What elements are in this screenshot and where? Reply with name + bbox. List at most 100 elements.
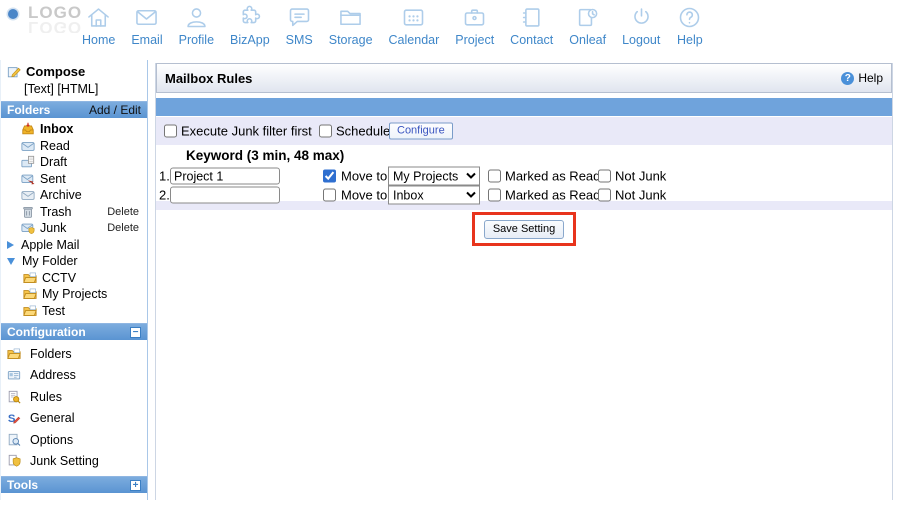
nav-label: Logout — [622, 33, 660, 47]
collapse-toggle-icon[interactable]: − — [130, 327, 141, 338]
archive-envelope-icon — [21, 188, 35, 202]
configure-button[interactable]: Configure — [389, 123, 453, 140]
email-icon — [133, 4, 160, 31]
keyword-heading: Keyword (3 min, 48 max) — [186, 148, 344, 163]
folder-label: Test — [42, 304, 65, 318]
compose-button[interactable]: Compose — [7, 64, 141, 79]
read-envelope-icon — [21, 139, 35, 153]
sidebar-item-config-general[interactable]: S General — [1, 408, 147, 430]
not-junk-checkbox-2[interactable] — [598, 189, 611, 202]
sidebar-item-inbox[interactable]: Inbox — [1, 121, 147, 138]
sidebar-item-config-address[interactable]: Address — [1, 365, 147, 387]
sidebar-item-config-rules[interactable]: Rules — [1, 386, 147, 408]
nav-item-home[interactable]: Home — [80, 4, 117, 47]
sidebar-item-read[interactable]: Read — [1, 138, 147, 155]
config-label: Folders — [30, 347, 72, 361]
nav-label: BizApp — [230, 33, 270, 47]
sidebar-item-test[interactable]: Test — [1, 303, 147, 320]
config-label: General — [30, 411, 74, 425]
sidebar-item-config-options[interactable]: Options — [1, 429, 147, 451]
nav-label: Project — [455, 33, 494, 47]
profile-icon — [183, 4, 210, 31]
logo-mark-icon — [8, 9, 18, 19]
collapsed-triangle-icon[interactable] — [7, 241, 14, 249]
nav-label: Storage — [329, 33, 373, 47]
sidebar-item-my-folder[interactable]: My Folder — [1, 253, 147, 270]
folder-mail-icon — [7, 347, 21, 361]
nav-item-profile[interactable]: Profile — [177, 4, 216, 47]
folder-label: Inbox — [40, 122, 73, 136]
help-link[interactable]: ? Help — [841, 71, 883, 85]
schedule-checkbox[interactable] — [319, 125, 332, 138]
keyword-input-1[interactable] — [170, 168, 280, 185]
folder-label: Trash — [40, 205, 72, 219]
nav-label: Email — [131, 33, 162, 47]
not-junk-checkbox-1[interactable] — [598, 170, 611, 183]
nav-item-storage[interactable]: Storage — [327, 4, 375, 47]
nav-item-calendar[interactable]: Calendar — [387, 4, 442, 47]
folders-add-edit-link[interactable]: Add / Edit — [89, 103, 141, 117]
execute-junk-filter-checkbox[interactable] — [164, 125, 177, 138]
marked-as-read-label: Marked as Read — [505, 169, 600, 184]
folder-select-2[interactable]: Inbox — [388, 186, 480, 205]
sidebar-item-archive[interactable]: Archive — [1, 187, 147, 204]
sidebar-item-config-folders[interactable]: Folders — [1, 343, 147, 365]
nav-item-project[interactable]: Project — [453, 4, 496, 47]
keyword-section: Keyword (3 min, 48 max) 1. Move to My Pr… — [156, 145, 892, 201]
delete-junk-link[interactable]: Delete — [107, 222, 139, 234]
save-setting-button[interactable]: Save Setting — [484, 220, 564, 239]
nav-item-help[interactable]: Help — [674, 4, 705, 47]
nav-item-logout[interactable]: Logout — [620, 4, 662, 47]
nav-item-email[interactable]: Email — [129, 4, 164, 47]
sidebar-item-sent[interactable]: Sent — [1, 171, 147, 188]
config-label: Rules — [30, 390, 62, 404]
help-icon — [676, 4, 703, 31]
sidebar-item-trash[interactable]: Trash Delete — [1, 204, 147, 221]
folder-mail-icon — [23, 287, 37, 301]
folders-header: Folders Add / Edit — [1, 101, 147, 118]
rule-number: 2. — [159, 188, 170, 203]
sms-icon — [286, 4, 313, 31]
rule-number: 1. — [159, 169, 170, 184]
sidebar-item-config-junk-setting[interactable]: Junk Setting — [1, 451, 147, 473]
nav-label: Help — [677, 33, 703, 47]
marked-as-read-checkbox-1[interactable] — [488, 170, 501, 183]
marked-as-read-checkbox-2[interactable] — [488, 189, 501, 202]
compose-section: Compose [Text] [HTML] — [1, 60, 147, 101]
sidebar-item-my-projects[interactable]: My Projects — [1, 286, 147, 303]
config-label: Junk Setting — [30, 454, 99, 468]
keyword-input-2[interactable] — [170, 187, 280, 204]
sidebar: Compose [Text] [HTML] Folders Add / Edit… — [0, 60, 148, 500]
folder-label: Sent — [40, 172, 66, 186]
contact-icon — [518, 4, 545, 31]
nav-item-sms[interactable]: SMS — [284, 4, 315, 47]
nav-item-contact[interactable]: Contact — [508, 4, 555, 47]
expand-toggle-icon[interactable]: + — [130, 480, 141, 491]
marked-as-read-label: Marked as Read — [505, 188, 600, 203]
move-to-checkbox-2[interactable] — [323, 189, 336, 202]
onleaf-icon — [574, 4, 601, 31]
expanded-triangle-icon[interactable] — [7, 258, 15, 265]
sidebar-item-junk[interactable]: Junk Delete — [1, 220, 147, 237]
main-panel: Mailbox Rules ? Help Execute Junk filter… — [155, 63, 893, 500]
folder-label: Draft — [40, 155, 67, 169]
delete-trash-link[interactable]: Delete — [107, 206, 139, 218]
move-to-checkbox-1[interactable] — [323, 170, 336, 183]
tree-label: Apple Mail — [21, 238, 79, 252]
folders-header-title: Folders — [7, 103, 50, 117]
help-question-icon: ? — [841, 72, 854, 85]
top-nav: LOGO LOGO Home Email Profile BizApp SMS … — [0, 0, 900, 58]
nav-item-onleaf[interactable]: Onleaf — [567, 4, 608, 47]
not-junk-label: Not Junk — [615, 169, 666, 184]
page-title: Mailbox Rules — [165, 71, 252, 86]
html-mode-link[interactable]: [HTML] — [57, 82, 98, 96]
folder-select-1[interactable]: My Projects — [388, 167, 480, 186]
configuration-list: Folders Address Rules S General Options … — [1, 340, 147, 476]
sidebar-item-apple-mail[interactable]: Apple Mail — [1, 237, 147, 254]
sidebar-item-draft[interactable]: Draft — [1, 154, 147, 171]
calendar-icon — [400, 4, 427, 31]
sidebar-item-cctv[interactable]: CCTV — [1, 270, 147, 287]
nav-item-bizapp[interactable]: BizApp — [228, 4, 272, 47]
nav-label: SMS — [286, 33, 313, 47]
text-mode-link[interactable]: [Text] — [24, 82, 54, 96]
